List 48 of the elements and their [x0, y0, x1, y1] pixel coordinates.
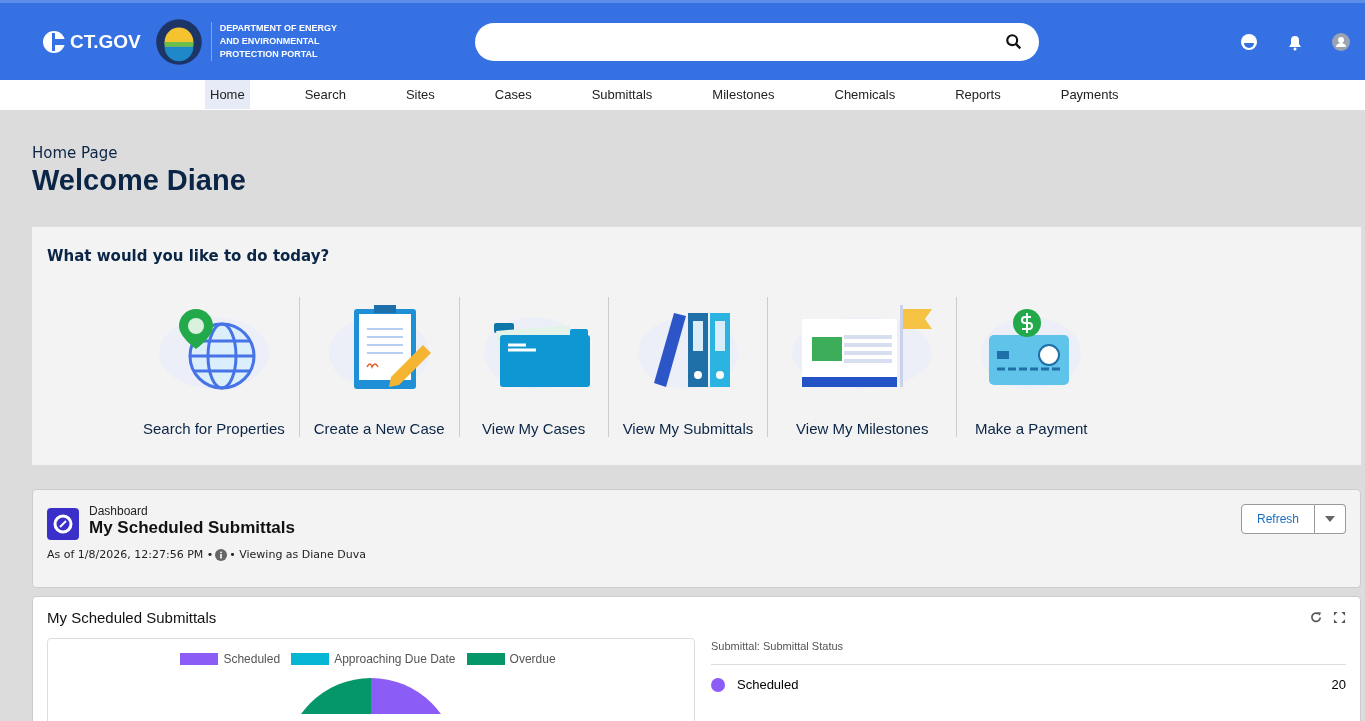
- action-tile[interactable]: Make a Payment: [956, 297, 1106, 437]
- action-label[interactable]: Make a Payment: [974, 420, 1088, 437]
- actions-heading: What would you like to do today?: [47, 247, 331, 265]
- timestamp-text: As of 1/8/2026, 12:27:56 PM •: [47, 548, 214, 561]
- dashboard-label: Dashboard: [89, 504, 149, 518]
- report-title: My Scheduled Submittals: [47, 609, 217, 626]
- action-label[interactable]: View My Submittals: [622, 420, 754, 437]
- action-tile[interactable]: View My Cases: [458, 297, 608, 437]
- action-tile[interactable]: View My Milestones: [767, 297, 957, 437]
- info-icon[interactable]: [215, 548, 228, 561]
- legend-label: Scheduled: [223, 652, 281, 666]
- status-label: Scheduled: [737, 677, 799, 692]
- search-field[interactable]: [475, 22, 1039, 61]
- nav-tab[interactable]: Payments: [1055, 80, 1124, 109]
- action-label[interactable]: Create a New Case: [313, 420, 445, 437]
- seal-icon: [154, 17, 203, 66]
- action-label[interactable]: Search for Properties: [143, 420, 285, 437]
- page-title: Welcome Diane: [32, 164, 247, 197]
- legend-label: Overdue: [509, 652, 556, 666]
- action-label[interactable]: View My Milestones: [796, 420, 929, 437]
- caret-icon: [1325, 516, 1335, 522]
- nav-tab[interactable]: Sites: [400, 80, 440, 109]
- viewing-as-text: • Viewing as Diane Duva: [229, 548, 367, 561]
- list-heading: Submittal: Submittal Status: [711, 638, 1346, 665]
- avatar-icon[interactable]: [1331, 31, 1351, 52]
- nav-tab[interactable]: Milestones: [707, 80, 780, 109]
- ct-gov-logo-text[interactable]: CT.GOV: [70, 30, 141, 53]
- dashboard-title: My Scheduled Submittals: [89, 518, 295, 538]
- agency-name: DEPARTMENT OF ENERGY AND ENVIRONMENTAL PROTECTION PORTAL: [210, 22, 338, 61]
- more-actions-button[interactable]: [1315, 504, 1346, 534]
- nav-tab[interactable]: Home: [205, 80, 250, 109]
- search-icon[interactable]: [1005, 32, 1023, 51]
- nav-tab[interactable]: Submittals: [586, 80, 658, 109]
- legend-label: Approaching Due Date: [334, 652, 456, 666]
- nav-tab[interactable]: Reports: [950, 80, 1006, 109]
- expand-icon[interactable]: [1333, 611, 1346, 624]
- action-tile[interactable]: Create a New Case: [298, 297, 459, 437]
- action-tile[interactable]: Search for Properties: [129, 297, 299, 437]
- nav-tab[interactable]: Chemicals: [829, 80, 901, 109]
- nav-tab[interactable]: Search: [299, 80, 351, 109]
- nav-tab[interactable]: Cases: [489, 80, 537, 109]
- refresh-icon[interactable]: [1310, 611, 1323, 624]
- refresh-button[interactable]: Refresh: [1240, 504, 1315, 534]
- ct-logo-icon: [42, 29, 66, 54]
- breadcrumb: Home Page: [32, 144, 119, 162]
- action-tile[interactable]: View My Submittals: [607, 297, 768, 437]
- action-label[interactable]: View My Cases: [482, 420, 586, 437]
- status-count: 20: [1331, 677, 1346, 692]
